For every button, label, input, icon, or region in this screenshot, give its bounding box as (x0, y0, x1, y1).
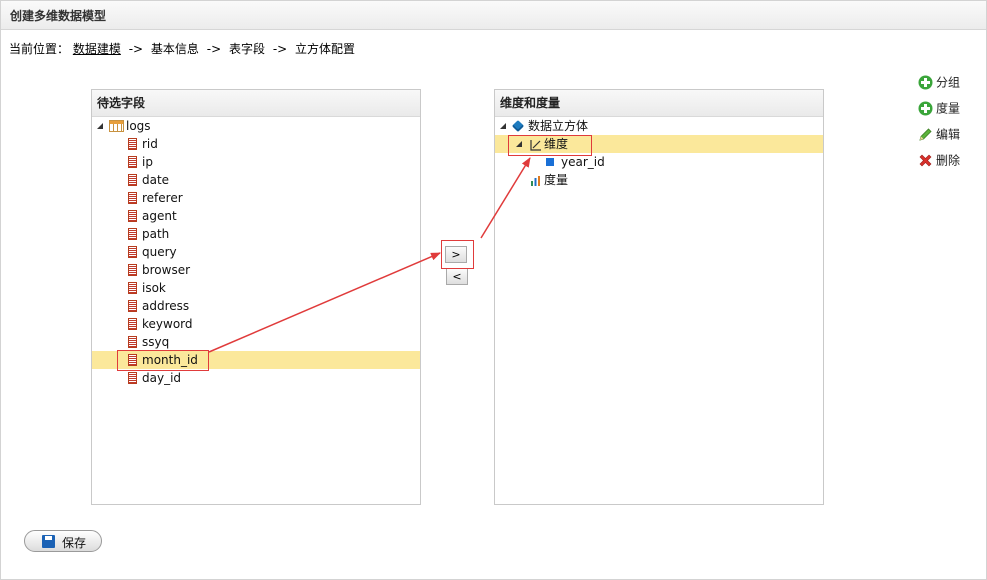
breadcrumb-prefix: 当前位置： (9, 42, 70, 56)
field-item[interactable]: browser (92, 261, 420, 279)
field-label: keyword (142, 317, 193, 331)
field-item[interactable]: isok (92, 279, 420, 297)
collapse-toggle-icon[interactable] (500, 123, 506, 129)
field-label: isok (142, 281, 166, 295)
delete-icon (918, 153, 933, 168)
field-label: day_id (142, 371, 182, 385)
field-label: date (142, 173, 170, 187)
field-label: ssyq (142, 335, 170, 349)
tree-node-logs[interactable]: logs (92, 117, 420, 135)
field-label: query (142, 245, 177, 259)
breadcrumb-separator: -> (128, 42, 144, 56)
field-label: address (142, 299, 190, 313)
add-group-button[interactable]: 分组 (918, 74, 960, 90)
field-icon (128, 138, 137, 150)
plus-icon (918, 101, 933, 116)
measure-label: 度量 (544, 173, 569, 187)
field-icon (128, 192, 137, 204)
field-icon (128, 210, 137, 222)
edit-label: 编辑 (936, 127, 961, 142)
edit-button[interactable]: 编辑 (918, 126, 960, 142)
table-name: logs (126, 119, 151, 133)
field-icon (128, 228, 137, 240)
field-item[interactable]: path (92, 225, 420, 243)
breadcrumb-item-table-fields: 表字段 (228, 42, 265, 56)
field-label: agent (142, 209, 177, 223)
candidate-fields-panel: 待选字段 logs rid ip date referer agent path query… (91, 89, 421, 505)
add-group-label: 分组 (936, 75, 961, 90)
dimensions-measures-title: 维度和度量 (495, 90, 823, 117)
title-bar: 创建多维数据模型 (1, 1, 986, 30)
field-item[interactable]: agent (92, 207, 420, 225)
dimension-highlight (508, 135, 592, 156)
cube-name: 数据立方体 (528, 119, 589, 133)
field-item[interactable]: address (92, 297, 420, 315)
tree-node-cube[interactable]: 数据立方体 (495, 117, 823, 135)
measure-icon (530, 174, 542, 192)
delete-button[interactable]: 删除 (918, 152, 960, 168)
field-label: referer (142, 191, 183, 205)
field-item[interactable]: query (92, 243, 420, 261)
field-label: path (142, 227, 170, 241)
add-measure-button[interactable]: 度量 (918, 100, 960, 116)
breadcrumb-item-cube-config: 立方体配置 (295, 42, 356, 56)
field-icon (128, 174, 137, 186)
field-icon (128, 300, 137, 312)
field-item[interactable]: date (92, 171, 420, 189)
field-item[interactable]: rid (92, 135, 420, 153)
window-title: 创建多维数据模型 (10, 9, 107, 23)
field-icon (128, 246, 137, 258)
remove-from-cube-button[interactable]: < (446, 268, 468, 285)
cube-icon (511, 119, 525, 133)
field-icon (128, 282, 137, 294)
save-button[interactable]: 保存 (24, 530, 102, 552)
field-icon (128, 336, 137, 348)
field-item[interactable]: ssyq (92, 333, 420, 351)
field-label: ip (142, 155, 153, 169)
delete-label: 删除 (936, 153, 961, 168)
add-button-highlight (441, 240, 474, 269)
field-icon (128, 156, 137, 168)
save-label: 保存 (62, 536, 87, 550)
field-item[interactable]: keyword (92, 315, 420, 333)
level-icon (546, 158, 554, 166)
breadcrumb-item-basic-info: 基本信息 (150, 42, 199, 56)
field-icon (128, 318, 137, 330)
field-item[interactable]: referer (92, 189, 420, 207)
pencil-icon (918, 127, 933, 142)
table-icon (109, 120, 124, 132)
plus-icon (918, 75, 933, 90)
field-item[interactable]: day_id (92, 369, 420, 387)
selected-field-highlight (117, 350, 209, 371)
collapse-toggle-icon[interactable] (97, 123, 103, 129)
breadcrumb: 当前位置： 数据建模 -> 基本信息 -> 表字段 -> 立方体配置 (9, 40, 355, 57)
breadcrumb-link-modeling[interactable]: 数据建模 (73, 42, 121, 56)
add-measure-label: 度量 (936, 101, 961, 116)
tree-node-measure[interactable]: 度量 (495, 171, 823, 189)
breadcrumb-separator: -> (206, 42, 222, 56)
candidate-fields-title: 待选字段 (92, 90, 420, 117)
field-icon (128, 264, 137, 276)
floppy-disk-icon (42, 535, 55, 548)
breadcrumb-separator: -> (272, 42, 288, 56)
field-label: browser (142, 263, 191, 277)
field-item[interactable]: ip (92, 153, 420, 171)
field-icon (128, 372, 137, 384)
field-label: rid (142, 137, 158, 151)
